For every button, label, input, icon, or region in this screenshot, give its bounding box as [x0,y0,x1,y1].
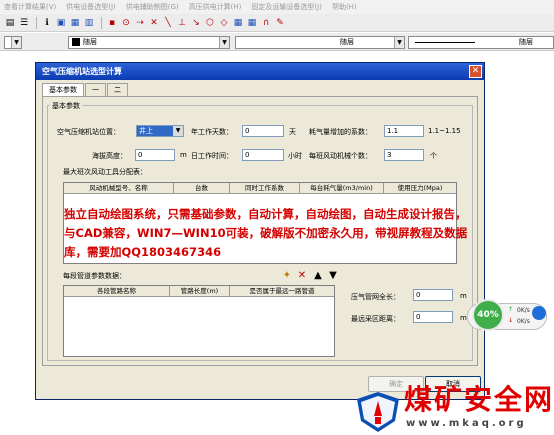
menu-item-power-drawing[interactable]: 供电辅助制图(G) [126,2,179,12]
column-header[interactable]: 风动机械型号、名称 [64,183,174,193]
color-swatch [72,38,80,46]
air-coef-input[interactable]: 1.1 [384,125,424,137]
work-days-label: 年工作天数： [191,128,233,136]
download-speed: 0K/s [517,318,530,325]
daily-hours-unit: 小时 [288,152,302,160]
farthest-input[interactable]: 0 [413,311,453,323]
site-name-watermark: 煤矿安全网 [404,383,554,416]
toolbar-separator [36,16,37,29]
color-dropdown[interactable]: 随层 ▼ [68,36,230,49]
menu-item-transport-equipment[interactable]: 固定及运输设备选型(J) [251,2,322,12]
chevron-down-icon: ▼ [173,126,183,136]
grid-table-icon[interactable]: ▦ [232,17,244,29]
list-icon[interactable]: ☰ [18,17,30,29]
move-down-icon[interactable]: ▼ [327,270,339,282]
work-days-input[interactable]: 0 [242,125,284,137]
pen-icon[interactable]: ✎ [274,17,286,29]
info-icon[interactable]: ℹ [41,17,53,29]
pipe-total-unit: m [460,292,467,300]
move-up-icon[interactable]: ▲ [312,270,324,282]
perpendicular-icon[interactable]: ⊥ [176,17,188,29]
download-arrow-icon: ↓ [508,317,514,324]
altitude-unit: m [180,151,187,159]
branch-icon[interactable]: ↘ [190,17,202,29]
location-label: 空气压缩机站位置： [57,128,120,136]
menu-item-hv-calc[interactable]: 高压供电计算(H) [189,2,242,12]
pipe-params-table[interactable]: 各段管路名称 管路长度(m) 是否属于最远一路管道 [63,285,335,357]
tool-count-unit: 个 [430,152,437,160]
drawing-toolbar: ▤ ☰ ℹ ▣ ▦ ▥ ▪ ⊙ ⇢ ✕ ╲ ⊥ ↘ ⬡ ◇ ▦ ▦ ∩ ✎ [0,14,554,32]
linetype-dropdown[interactable]: 随层 ▼ [235,36,405,49]
work-days-unit: 天 [289,128,296,136]
altitude-input[interactable]: 0 [135,149,175,161]
column-header[interactable]: 管路长度(m) [170,286,230,296]
upload-speed: 0K/s [517,307,530,314]
farthest-unit: m [460,314,467,322]
export-icon[interactable]: ▥ [83,17,95,29]
tool-count-label: 每班风动机械个数： [309,152,372,160]
location-select[interactable]: 井上 ▼ [136,125,184,137]
menu-bar: 查看计算结果(V) 供电设备选型(J) 供电辅助制图(G) 高压供电计算(H) … [0,0,554,14]
column-header[interactable]: 台数 [174,183,230,193]
layer-icon-dropdown[interactable]: ▼ [4,36,22,49]
calculator-icon[interactable]: ▤ [4,17,16,29]
promo-overlay-text: 独立自动绘图系统，只需基础参数，自动计算，自动绘图，自动生成设计报告，与CAD兼… [64,207,468,259]
column-header[interactable]: 各段管路名称 [64,286,170,296]
pipe-total-input[interactable]: 0 [413,289,453,301]
tool-table-header: 风动机械型号、名称 台数 同时工作系数 每台耗气量(m3/min) 使用压力(M… [64,183,456,194]
lineweight-value: 随层 [519,38,533,46]
hexagon-icon[interactable]: ⬡ [204,17,216,29]
color-value: 随层 [83,38,97,46]
delete-row-icon[interactable]: ✕ [296,270,308,282]
diagonal-line-icon[interactable]: ╲ [162,17,174,29]
daily-hours-label: 日工作时间： [191,152,233,160]
accelerator-icon[interactable] [532,306,546,320]
pipe-total-label: 压气管网全长： [351,293,400,301]
upload-arrow-icon: ↑ [508,306,514,313]
menu-item-help[interactable]: 帮助(H) [332,2,357,12]
point-icon[interactable]: ▪ [106,17,118,29]
new-row-icon[interactable]: ✦ [281,270,293,282]
close-button[interactable]: ✕ [469,65,482,78]
diamond-icon[interactable]: ◇ [218,17,230,29]
property-bar: ▼ 随层 ▼ 随层 ▼ 随层 [0,33,554,51]
cross-icon[interactable]: ✕ [148,17,160,29]
linetype-value: 随层 [340,38,354,46]
altitude-label: 海拔高度： [92,152,127,160]
menu-item-view-results[interactable]: 查看计算结果(V) [4,2,56,12]
arrow-line-icon[interactable]: ⇢ [134,17,146,29]
column-header[interactable]: 使用压力(Mpa) [384,183,456,193]
farthest-label: 最远采区距离： [351,315,400,323]
tab-basic-params[interactable]: 基本参数 [42,83,84,96]
column-header[interactable]: 每台耗气量(m3/min) [300,183,384,193]
tab-two[interactable]: 二 [107,83,128,96]
group-label: 基本参数 [50,101,82,111]
magnet-icon[interactable]: ∩ [260,17,272,29]
dialog-title: 空气压缩机站选型计算 [36,63,484,80]
daily-hours-input[interactable]: 0 [242,149,284,161]
column-header[interactable]: 是否属于最远一路管道 [230,286,334,296]
lineweight-preview [415,42,475,43]
pipe-table-header: 各段管路名称 管路长度(m) 是否属于最远一路管道 [64,286,334,297]
air-coef-range: 1.1~1.15 [428,127,461,135]
tab-strip: 基本参数 一 二 [42,83,129,96]
print-icon[interactable]: ▦ [69,17,81,29]
site-logo-shield-icon [357,392,399,432]
column-header[interactable]: 同时工作系数 [230,183,300,193]
toolbar-separator [101,16,102,29]
air-coef-label: 耗气量增加的系数： [309,128,372,136]
menu-item-power-equipment[interactable]: 供电设备选型(J) [66,2,116,12]
pipe-section-label: 每段管道参数数据： [63,272,126,280]
tab-one[interactable]: 一 [85,83,106,96]
grid-table-2-icon[interactable]: ▦ [246,17,258,29]
circle-icon[interactable]: ⊙ [120,17,132,29]
tool-count-input[interactable]: 3 [384,149,424,161]
lineweight-dropdown[interactable]: 随层 [408,36,554,49]
network-usage-indicator[interactable]: 40% [472,299,504,331]
save-icon[interactable]: ▣ [55,17,67,29]
max-shift-label: 最大班次风动工具分配表： [63,168,147,176]
location-value: 井上 [139,127,153,135]
close-icon: ✕ [471,66,480,76]
site-url-watermark: www.mkaq.org [406,418,527,429]
